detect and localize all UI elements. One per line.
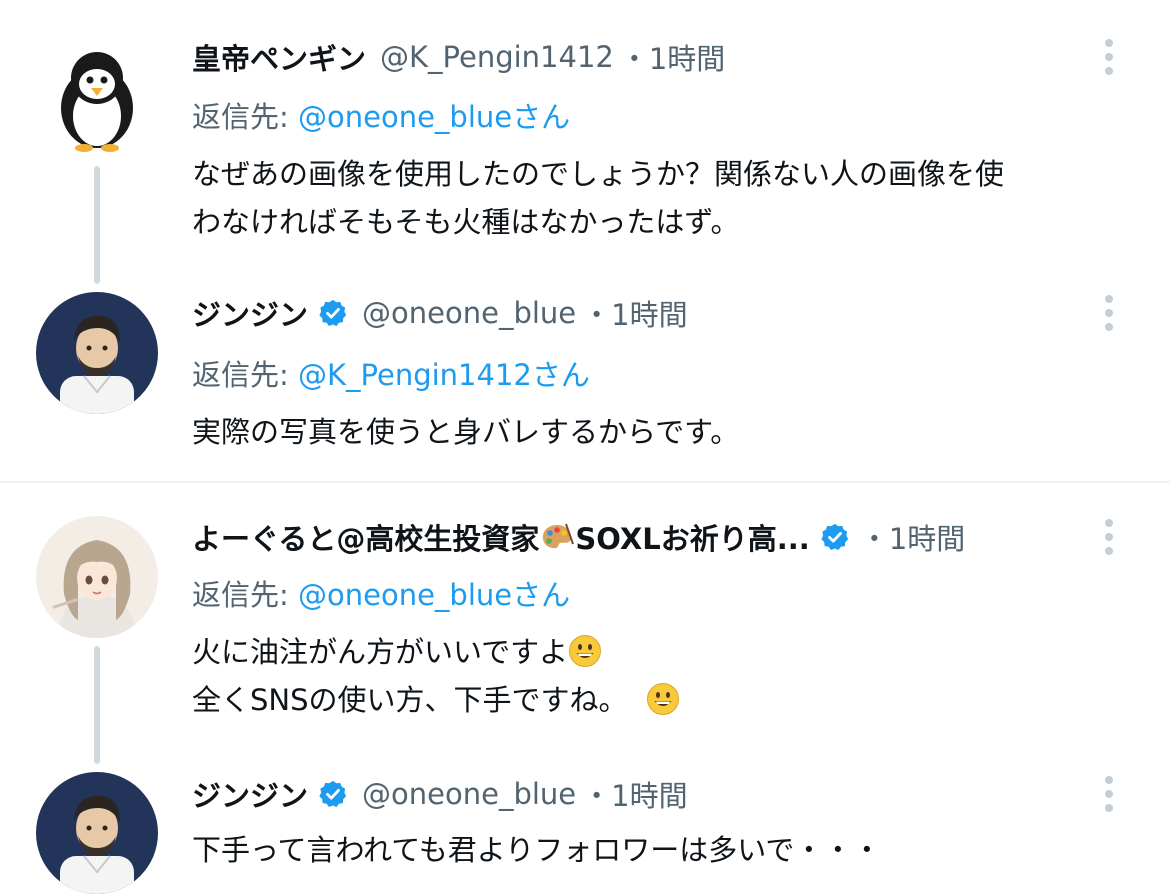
- tweet-text: 実際の写真を使うと身バレするからです。: [192, 408, 739, 456]
- reply-label: 返信先:: [192, 578, 289, 612]
- illustrated-man-avatar-image: [36, 292, 158, 414]
- tweet-header: ジンジン @oneone_blue ・1時間: [192, 292, 688, 334]
- grinning-face-emoji: [568, 634, 602, 668]
- tweet-header: ジンジン @oneone_blue ・1時間: [192, 773, 688, 815]
- tweet-text: 下手って言われても君よりフォロワーは多いで・・・: [192, 826, 881, 874]
- verified-badge-icon: [820, 522, 850, 552]
- tweet-text-line: 下手って言われても君よりフォロワーは多いで・・・: [192, 833, 882, 867]
- timestamp[interactable]: ・1時間: [582, 292, 687, 334]
- avatar-yogurt[interactable]: [36, 516, 158, 638]
- handle[interactable]: @oneone_blue: [362, 296, 576, 330]
- display-name[interactable]: よーぐると@高校生投資家: [192, 516, 539, 558]
- tweet-text-line: なぜあの画像を使用したのでしょうか？関係ない人の画像を使: [192, 157, 1005, 191]
- reply-mention-link[interactable]: @K_Pengin1412さん: [298, 358, 590, 392]
- penguin-avatar-image: [36, 36, 158, 158]
- timestamp[interactable]: ・1時間: [620, 36, 725, 78]
- verified-badge-icon: [318, 779, 348, 809]
- tweet-text: なぜあの画像を使用したのでしょうか？関係ない人の画像を使 わなければそもそも火種…: [192, 150, 1004, 246]
- anime-girl-avatar-image: [36, 516, 158, 638]
- reply-to: 返信先: @oneone_blueさん: [192, 94, 570, 136]
- display-name-suffix[interactable]: SOXLお祈り高...: [575, 516, 809, 558]
- display-name[interactable]: 皇帝ペンギン: [192, 36, 366, 78]
- more-options-icon[interactable]: [1096, 36, 1122, 78]
- avatar-jinjin[interactable]: [36, 772, 158, 894]
- thread-line: [94, 166, 100, 284]
- tweet-text-line: わなければそもそも火種はなかったはず。: [192, 205, 740, 239]
- verified-badge-icon: [318, 298, 348, 328]
- tweet-text-line: 全くSNSの使い方、下手ですね。: [192, 676, 680, 724]
- handle[interactable]: @oneone_blue: [362, 777, 576, 811]
- grinning-face-emoji: [646, 682, 680, 716]
- reply-to: 返信先: @oneone_blueさん: [192, 572, 570, 614]
- thread-divider: [0, 481, 1170, 483]
- illustrated-man-avatar-image: [36, 772, 158, 894]
- tweet-text: 火に油注がん方がいいですよ 全くSNSの使い方、下手ですね。: [192, 628, 680, 724]
- reply-mention-link[interactable]: @oneone_blueさん: [298, 100, 570, 134]
- tweet-header: よーぐると@高校生投資家 SOXLお祈り高... ・1時間: [192, 516, 965, 558]
- artist-palette-emoji: [540, 522, 575, 552]
- display-name[interactable]: ジンジン: [192, 292, 308, 334]
- avatar-jinjin[interactable]: [36, 292, 158, 414]
- reply-label: 返信先:: [192, 358, 289, 392]
- reply-label: 返信先:: [192, 100, 289, 134]
- tweet-header: 皇帝ペンギン @K_Pengin1412 ・1時間: [192, 36, 725, 78]
- thread-line: [94, 646, 100, 764]
- handle[interactable]: @K_Pengin1412: [380, 40, 614, 74]
- timestamp[interactable]: ・1時間: [860, 516, 965, 558]
- avatar-penguin[interactable]: [36, 36, 158, 158]
- tweet-text-line: 実際の写真を使うと身バレするからです。: [192, 415, 740, 449]
- more-options-icon[interactable]: [1096, 292, 1122, 334]
- more-options-icon[interactable]: [1096, 773, 1122, 815]
- display-name[interactable]: ジンジン: [192, 773, 308, 815]
- tweet-text-line: 火に油注がん方がいいですよ: [192, 628, 680, 676]
- timestamp[interactable]: ・1時間: [582, 773, 687, 815]
- reply-mention-link[interactable]: @oneone_blueさん: [298, 578, 570, 612]
- more-options-icon[interactable]: [1096, 516, 1122, 558]
- reply-to: 返信先: @K_Pengin1412さん: [192, 352, 590, 394]
